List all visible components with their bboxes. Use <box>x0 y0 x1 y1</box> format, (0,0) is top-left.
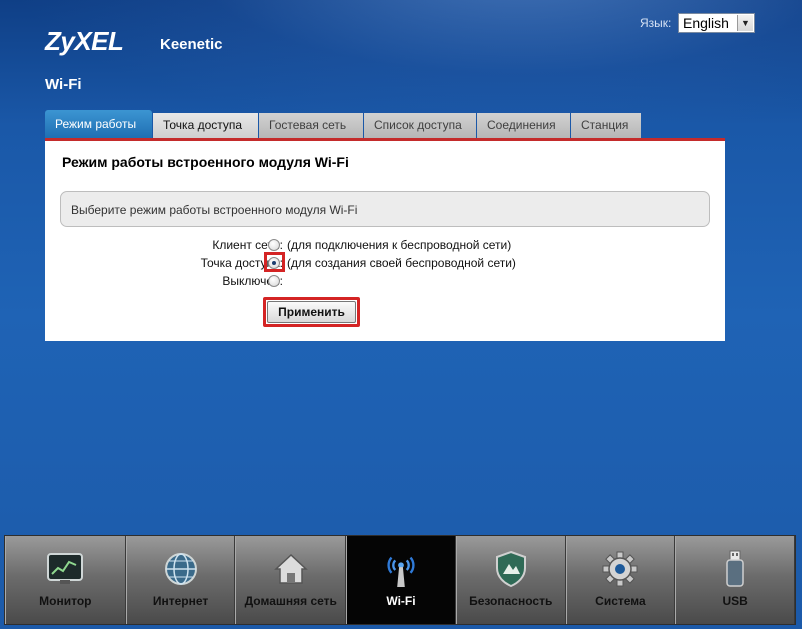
language-value: English <box>683 15 729 31</box>
tab-access-point[interactable]: Точка доступа <box>153 113 258 138</box>
tab-access-list[interactable]: Список доступа <box>364 113 476 138</box>
info-text: Выберите режим работы встроенного модуля… <box>71 203 358 217</box>
shield-icon <box>492 550 530 588</box>
nav-monitor[interactable]: Монитор <box>5 536 126 624</box>
product-name: Keenetic <box>160 36 223 53</box>
client-mode-desc: (для подключения к беспроводной сети) <box>287 238 512 252</box>
language-label: Язык: <box>640 16 672 30</box>
disabled-radio[interactable] <box>268 275 280 287</box>
monitor-icon <box>46 550 84 588</box>
language-select[interactable]: English ▼ <box>678 13 755 33</box>
home-icon <box>272 550 310 588</box>
info-box: Выберите режим работы встроенного модуля… <box>60 191 710 227</box>
nav-internet[interactable]: Интернет <box>125 536 236 624</box>
nav-label-security: Безопасность <box>469 594 553 608</box>
gear-icon <box>601 550 639 588</box>
access-point-radio[interactable] <box>268 257 280 269</box>
zyxel-logo: ZyXEL <box>45 26 124 56</box>
tab-connections[interactable]: Соединения <box>477 113 570 138</box>
nav-home-network[interactable]: Домашняя сеть <box>235 536 347 624</box>
client-mode-radio[interactable] <box>268 239 280 251</box>
usb-drive-icon <box>716 550 754 588</box>
tab-mode[interactable]: Режим работы <box>45 110 152 138</box>
apply-button[interactable]: Применить <box>267 301 356 323</box>
disabled-label: Выключен: <box>222 274 283 288</box>
nav-label-usb: USB <box>722 594 748 608</box>
nav-system[interactable]: Система <box>565 536 676 624</box>
nav-label-system: Система <box>595 594 646 608</box>
nav-label-wifi: Wi-Fi <box>386 594 416 608</box>
client-mode-label: Клиент сети: <box>212 238 283 252</box>
nav-label-monitor: Монитор <box>39 594 92 608</box>
nav-label-home-network: Домашняя сеть <box>244 594 337 608</box>
panel-title: Режим работы встроенного модуля Wi-Fi <box>62 154 349 170</box>
settings-panel: Режим работы встроенного модуля Wi-Fi Вы… <box>45 138 725 341</box>
nav-usb[interactable]: USB <box>675 536 795 624</box>
tab-station[interactable]: Станция <box>571 113 641 138</box>
nav-wifi[interactable]: Wi-Fi <box>346 536 456 624</box>
access-point-desc: (для создания своей беспроводной сети) <box>287 256 516 270</box>
bottom-navigation: Монитор Интернет Домашняя сеть Wi-Fi Без… <box>4 535 796 625</box>
access-point-label: Точка доступа: <box>200 256 283 270</box>
nav-security[interactable]: Безопасность <box>455 536 566 624</box>
chevron-down-icon: ▼ <box>737 15 753 31</box>
tab-guest-network[interactable]: Гостевая сеть <box>259 113 363 138</box>
wifi-antenna-icon <box>382 550 420 588</box>
nav-label-internet: Интернет <box>152 594 209 608</box>
tab-bar: Режим работы Точка доступа Гостевая сеть… <box>45 110 642 138</box>
globe-icon <box>162 550 200 588</box>
page-title: Wi-Fi <box>45 76 82 93</box>
